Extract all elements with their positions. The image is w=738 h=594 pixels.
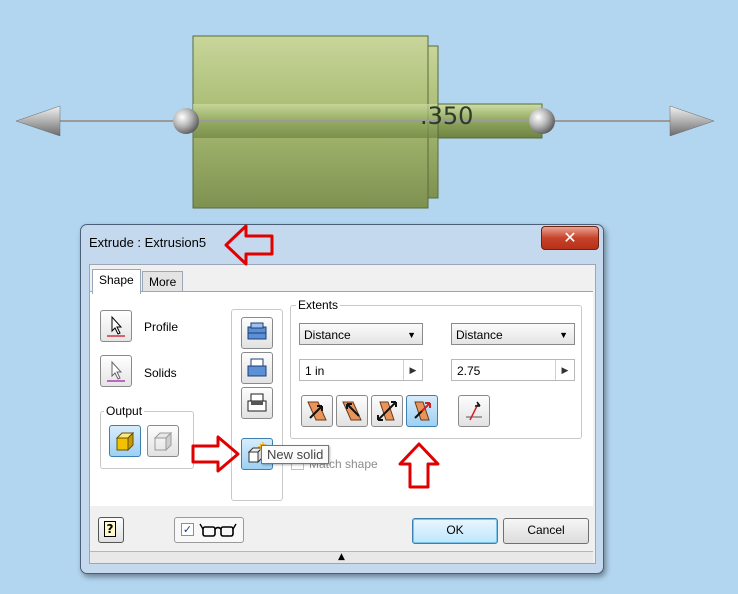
preview-toggle[interactable]: ✓ (174, 517, 244, 543)
distance-input-2[interactable]: 2.75 ▶ (451, 359, 575, 381)
output-solid-button[interactable] (109, 425, 141, 457)
direction-default-button[interactable] (301, 395, 333, 427)
profile-select-button[interactable] (100, 310, 132, 342)
help-button[interactable]: ? (98, 517, 124, 543)
solid-cube-icon (115, 431, 135, 452)
extents-type-value-1: Distance (304, 328, 351, 342)
intersect-button[interactable] (241, 387, 273, 419)
new-solid-tooltip: New solid (261, 445, 330, 464)
preview-checkbox[interactable]: ✓ (181, 523, 194, 536)
close-icon: ✕ (563, 228, 577, 247)
cut-icon (247, 358, 267, 377)
output-surface-button[interactable] (147, 425, 179, 457)
direction-symmetric-button[interactable] (371, 395, 403, 427)
surface-cube-icon (153, 431, 173, 452)
taper-button[interactable] (458, 395, 490, 427)
shape-tab-page: Profile Solids Output Extents Distance ▼… (90, 291, 593, 506)
dropdown-arrow-icon: ▼ (559, 330, 568, 340)
solids-select-button[interactable] (100, 355, 132, 387)
expand-panel-toggle[interactable]: ▲ (90, 551, 593, 563)
model-viewport[interactable]: .350 (0, 0, 738, 215)
extents-type-dropdown-1[interactable]: Distance ▼ (299, 323, 423, 345)
profile-label: Profile (144, 320, 179, 334)
cancel-button[interactable]: Cancel (503, 518, 589, 544)
distance-input-1[interactable]: 1 in ▶ (299, 359, 423, 381)
join-icon (247, 322, 267, 340)
extents-type-value-2: Distance (456, 328, 503, 342)
output-group-title: Output (104, 404, 145, 418)
extents-type-dropdown-2[interactable]: Distance ▼ (451, 323, 575, 345)
tab-more[interactable]: More (142, 271, 184, 292)
cut-button[interactable] (241, 352, 273, 384)
title-callout-arrow-icon (224, 224, 274, 266)
direction-asymmetric-icon (414, 401, 431, 421)
cursor-arrow-icon (107, 360, 125, 382)
new-solid-callout-arrow-icon (191, 435, 240, 473)
expand-up-icon: ▲ (338, 552, 345, 562)
distance-dimension[interactable]: .350 (420, 102, 473, 130)
join-button[interactable] (241, 317, 273, 349)
direction-flipped-icon (342, 401, 362, 421)
direction-asymmetric-button[interactable] (406, 395, 438, 427)
solids-label: Solids (144, 366, 177, 380)
ok-button[interactable]: OK (412, 518, 498, 544)
direction-default-icon (307, 401, 327, 421)
distance-value-1: 1 in (305, 364, 325, 378)
extents-group-title: Extents (296, 298, 341, 312)
help-icon: ? (104, 521, 116, 537)
tab-shape[interactable]: Shape (92, 269, 141, 294)
dialog-title: Extrude : Extrusion5 (89, 235, 207, 250)
direction-symmetric-icon (377, 401, 397, 421)
dialog-titlebar[interactable]: Extrude : Extrusion5 ✕ (81, 225, 603, 259)
direction-flipped-button[interactable] (336, 395, 368, 427)
glasses-icon (199, 523, 237, 537)
close-button[interactable]: ✕ (541, 226, 599, 250)
direction-callout-arrow-icon (398, 442, 440, 489)
taper-icon (466, 401, 482, 421)
cursor-arrow-icon (107, 315, 125, 337)
dialog-panel: Shape More Profile Solids Output Extents… (89, 264, 596, 564)
expand-arrow-icon[interactable]: ▶ (555, 360, 574, 380)
dropdown-arrow-icon: ▼ (407, 330, 416, 340)
extrude-dialog: Extrude : Extrusion5 ✕ Shape More Profil… (80, 224, 604, 574)
expand-arrow-icon[interactable]: ▶ (403, 360, 422, 380)
distance-value-2: 2.75 (457, 364, 481, 378)
intersect-icon (247, 393, 267, 412)
